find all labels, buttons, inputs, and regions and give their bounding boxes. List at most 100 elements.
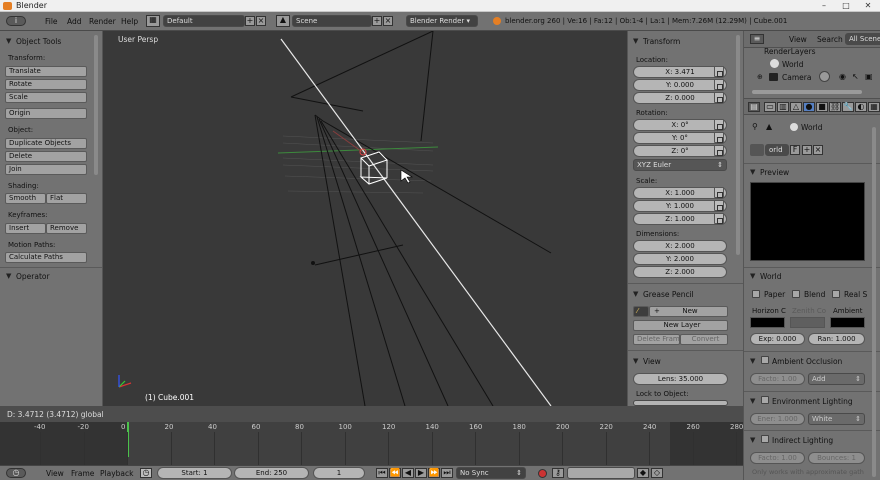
grease-pencil-header[interactable]: Grease Pencil xyxy=(643,290,694,299)
operator-header[interactable]: Operator xyxy=(16,272,50,281)
material-tab-icon[interactable]: ◐ xyxy=(855,102,867,112)
rotation-mode-select[interactable]: XYZ Euler ⇕ xyxy=(633,159,727,171)
n-panel-scrollbar[interactable] xyxy=(736,35,740,255)
flat-button[interactable]: Flat xyxy=(46,193,87,204)
play-icon[interactable]: ▶ xyxy=(415,468,427,478)
outliner-scope-select[interactable]: All Scenes xyxy=(845,33,880,45)
timeline-editor-icon[interactable]: ◷ xyxy=(6,468,26,478)
remove-screen-icon[interactable]: × xyxy=(256,16,266,26)
scene-icon[interactable]: ▲ xyxy=(276,15,290,27)
minimize-button[interactable]: – xyxy=(814,0,834,11)
lock-icon[interactable] xyxy=(714,132,724,143)
keying-set-field[interactable] xyxy=(567,467,635,479)
exposure-field[interactable]: Exp: 0.000 xyxy=(750,333,805,345)
tool-shelf-scrollbar[interactable] xyxy=(94,35,98,175)
dimensions-x-field[interactable]: X: 2.000 xyxy=(633,240,727,252)
world-name-field[interactable]: orld xyxy=(765,144,789,156)
keying-set-icon[interactable]: ⚷ xyxy=(552,468,564,478)
outliner-scrollbar[interactable] xyxy=(752,90,862,94)
duplicate-objects-button[interactable]: Duplicate Objects xyxy=(5,138,87,149)
preview-range-icon[interactable]: ◷ xyxy=(140,468,152,478)
render-engine-select[interactable]: Blender Render ▾ xyxy=(406,15,478,27)
view-panel-header[interactable]: View xyxy=(643,357,661,366)
sync-mode-select[interactable]: No Sync ⇕ xyxy=(456,467,526,479)
lock-icon[interactable] xyxy=(714,145,724,156)
indirect-lighting-header[interactable]: Indirect Lighting xyxy=(772,436,833,445)
paper-sky-checkbox[interactable] xyxy=(752,290,760,298)
insert-keyframe-icon[interactable]: ◆ xyxy=(637,468,649,478)
screen-layout-icon[interactable]: ▦ xyxy=(146,15,160,27)
outliner-item-renderlayers[interactable]: RenderLayers xyxy=(764,47,816,56)
grease-pencil-icon[interactable]: ⁄ xyxy=(633,306,649,317)
ao-factor-field[interactable]: Facto: 1.00 xyxy=(750,373,805,385)
scale-button[interactable]: Scale xyxy=(5,92,87,103)
3d-viewport[interactable]: User Persp (1) Cube.001 xyxy=(103,31,627,406)
prev-keyframe-icon[interactable]: ⏪ xyxy=(389,468,401,478)
ambient-occlusion-checkbox[interactable] xyxy=(761,356,769,364)
outliner-view-menu[interactable]: View xyxy=(789,35,807,44)
preview-panel-header[interactable]: Preview xyxy=(760,168,789,177)
new-layer-button[interactable]: New Layer xyxy=(633,320,728,331)
timeline-frame-menu[interactable]: Frame xyxy=(71,469,94,478)
horizon-color-swatch[interactable] xyxy=(750,317,785,328)
rotation-y-field[interactable]: Y: 0° xyxy=(633,132,727,144)
maximize-button[interactable]: □ xyxy=(836,0,856,11)
screen-layout-field[interactable]: Default xyxy=(163,15,245,27)
lock-icon[interactable] xyxy=(714,66,724,77)
zenith-color-swatch[interactable] xyxy=(790,317,825,328)
delete-button[interactable]: Delete xyxy=(5,151,87,162)
lock-icon[interactable] xyxy=(714,213,724,224)
ao-mode-select[interactable]: Add ⇕ xyxy=(808,373,865,385)
smooth-button[interactable]: Smooth xyxy=(5,193,46,204)
location-x-field[interactable]: X: 3.471 xyxy=(633,66,727,78)
properties-scrollbar[interactable] xyxy=(872,127,876,477)
add-world-icon[interactable]: + xyxy=(802,145,812,155)
editor-type-icon[interactable]: i xyxy=(6,16,26,26)
dimensions-z-field[interactable]: Z: 2.000 xyxy=(633,266,727,278)
calculate-paths-button[interactable]: Calculate Paths xyxy=(5,252,87,263)
blend-sky-checkbox[interactable] xyxy=(792,290,800,298)
collapse-triangle-icon[interactable]: ▼ xyxy=(750,357,755,365)
rotation-x-field[interactable]: X: 0° xyxy=(633,119,727,131)
play-reverse-icon[interactable]: ◀ xyxy=(402,468,414,478)
translate-button[interactable]: Translate xyxy=(5,66,87,77)
texture-tab-icon[interactable]: ▦ xyxy=(868,102,880,112)
scale-z-field[interactable]: Z: 1.000 xyxy=(633,213,727,225)
location-z-field[interactable]: Z: 0.000 xyxy=(633,92,727,104)
unlink-world-icon[interactable]: × xyxy=(813,145,823,155)
scale-x-field[interactable]: X: 1.000 xyxy=(633,187,727,199)
scene-tab-icon[interactable]: △ xyxy=(790,102,802,112)
lock-icon[interactable] xyxy=(714,187,724,198)
render-tab-icon[interactable]: ▭ xyxy=(764,102,776,112)
menu-help[interactable]: Help xyxy=(121,17,138,26)
close-button[interactable]: ✕ xyxy=(858,0,878,11)
fake-user-button[interactable]: F xyxy=(790,145,800,155)
object-tools-header[interactable]: Object Tools xyxy=(16,37,61,46)
rotate-button[interactable]: Rotate xyxy=(5,79,87,90)
grease-new-button[interactable]: + New xyxy=(649,306,728,317)
rotation-z-field[interactable]: Z: 0° xyxy=(633,145,727,157)
constraints-tab-icon[interactable]: ⛓ xyxy=(829,102,841,112)
convert-button[interactable]: Convert xyxy=(680,334,728,345)
visibility-eye-icon[interactable]: ◉ xyxy=(839,72,846,81)
lens-field[interactable]: Lens: 35.000 xyxy=(633,373,728,385)
outliner-editor-icon[interactable]: ≡ xyxy=(750,34,764,44)
origin-button[interactable]: Origin xyxy=(5,108,87,119)
properties-editor-icon[interactable]: ▤ xyxy=(748,102,760,112)
expand-plus-icon[interactable]: ⊕ xyxy=(757,73,763,81)
lock-icon[interactable] xyxy=(714,119,724,130)
world-datablock-icon[interactable] xyxy=(750,144,764,156)
collapse-triangle-icon[interactable]: ▼ xyxy=(750,272,755,280)
insert-keyframe-button[interactable]: Insert xyxy=(5,223,46,234)
menu-add[interactable]: Add xyxy=(67,17,82,26)
collapse-triangle-icon[interactable]: ▼ xyxy=(633,290,638,298)
delete-frame-button[interactable]: Delete Frame xyxy=(633,334,680,345)
remove-keyframe-button[interactable]: Remove xyxy=(46,223,87,234)
ambient-color-swatch[interactable] xyxy=(830,317,865,328)
render-camera-icon[interactable]: ▣ xyxy=(865,72,873,81)
collapse-triangle-icon[interactable]: ▼ xyxy=(750,397,755,405)
environment-lighting-checkbox[interactable] xyxy=(761,396,769,404)
collapse-triangle-icon[interactable]: ▼ xyxy=(633,37,638,45)
real-sky-checkbox[interactable] xyxy=(832,290,840,298)
env-color-select[interactable]: White ⇕ xyxy=(808,413,865,425)
